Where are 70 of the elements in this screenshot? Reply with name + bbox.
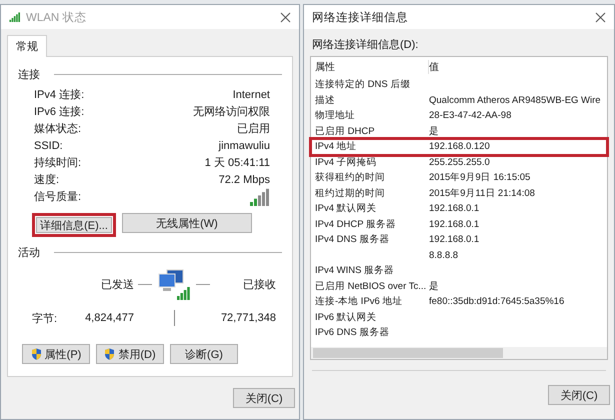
property-cell-text: IPv4 DHCP 服务器 [315,218,398,231]
value-cell-text: 192.168.0.120 [429,141,491,152]
field-value: 1 天 05:41:11 [204,156,270,170]
property-cell-text: IPv4 DNS 服务器 [315,233,390,246]
dialog-button[interactable]: 详细信息(E)... [32,213,116,237]
value-cell-text: 是 [429,124,440,138]
horizontal-scrollbar[interactable] [311,347,607,359]
column-header[interactable]: 值 [429,60,607,74]
shield-icon [104,348,116,360]
section-heading: 连接 [18,68,40,82]
dialog-button[interactable]: 属性(P) [22,344,90,364]
sent-label: 已发送 [101,278,134,292]
column-header[interactable]: 属性 [315,60,429,74]
value-cell-text: 255.255.255.0 [429,156,491,168]
value-cell-text: Qualcomm Atheros AR9485WB-EG Wire [429,94,602,106]
property-cell-text: 描述 [315,94,336,107]
signal-icon [250,188,270,206]
bytes-sent: 4,824,477 [85,312,134,324]
value-cell-text: 2015年9月11日 21:14:08 [429,186,536,200]
close-icon[interactable] [595,12,606,22]
field-value: jinmawuliu [218,140,270,152]
close-icon[interactable] [280,12,291,22]
field-value: 72.2 Mbps [218,174,270,186]
property-cell-text: 获得租约的时间 [315,171,386,184]
field-label: 速度: [34,172,60,187]
value-cell-text: 192.168.0.1 [429,203,480,214]
shield-icon [30,348,42,360]
value-cell-text: 是 [429,280,440,293]
close-button[interactable]: 关闭(C) [548,385,610,405]
tab[interactable]: 常规 [7,35,47,57]
field-value: Internet [232,88,270,100]
section-heading: 活动 [18,246,40,260]
property-cell-text: 租约过期的时间 [315,186,386,200]
network-computers-icon [157,268,191,300]
property-cell-text: IPv4 子网掩码 [315,156,378,169]
property-cell-text: IPv6 DNS 服务器 [315,326,390,340]
field-label: IPv4 连接: [34,88,84,102]
property-cell-text: 已启用 DHCP [315,124,376,138]
close-button[interactable]: 关闭(C) [233,388,295,408]
field-label: IPv6 连接: [34,104,84,119]
value-cell-text: 192.168.0.1 [429,218,480,230]
field-value: 无网络访问权限 [193,104,270,119]
list-label: 网络连接详细信息(D): [312,39,418,51]
bytes-received: 72,771,348 [220,312,276,324]
property-cell-text: 连接-本地 IPv6 地址 [315,295,404,308]
signal-icon [9,12,21,22]
property-cell-text: IPv6 默认网关 [315,310,378,324]
window-title: 网络连接详细信息 [312,10,409,24]
dialog-button[interactable]: 诊断(G) [170,344,238,364]
value-cell-text: 8.8.8.8 [429,250,460,261]
property-cell-text: 已启用 NetBIOS over Tc... [315,280,428,293]
field-label: 信号质量: [34,190,82,204]
bytes-label: 字节: [32,312,58,326]
field-value: 已启用 [237,122,270,136]
field-label: 媒体状态: [34,122,82,136]
window-title: WLAN 状态 [26,10,88,24]
value-cell-text: fe80::35db:d91d:7645:5a35%16 [429,296,566,308]
property-cell-text: IPv4 WINS 服务器 [315,264,396,278]
property-cell-text: 连接特定的 DNS 后缀 [315,78,412,92]
received-label: 已接收 [243,278,276,292]
property-cell-text: 物理地址 [315,109,356,122]
value-cell-text: 2015年9月9日 16:15:05 [429,171,532,184]
dialog-button[interactable]: 禁用(D) [96,344,164,364]
field-label: SSID: [34,140,63,152]
value-cell-text: 28-E3-47-42-AA-98 [429,110,512,122]
property-cell-text: IPv4 默认网关 [315,202,378,216]
dialog-button[interactable]: 无线属性(W) [122,213,252,233]
value-cell-text: 192.168.0.1 [429,234,480,246]
field-label: 持续时间: [34,156,82,170]
property-cell-text: IPv4 地址 [315,140,358,154]
